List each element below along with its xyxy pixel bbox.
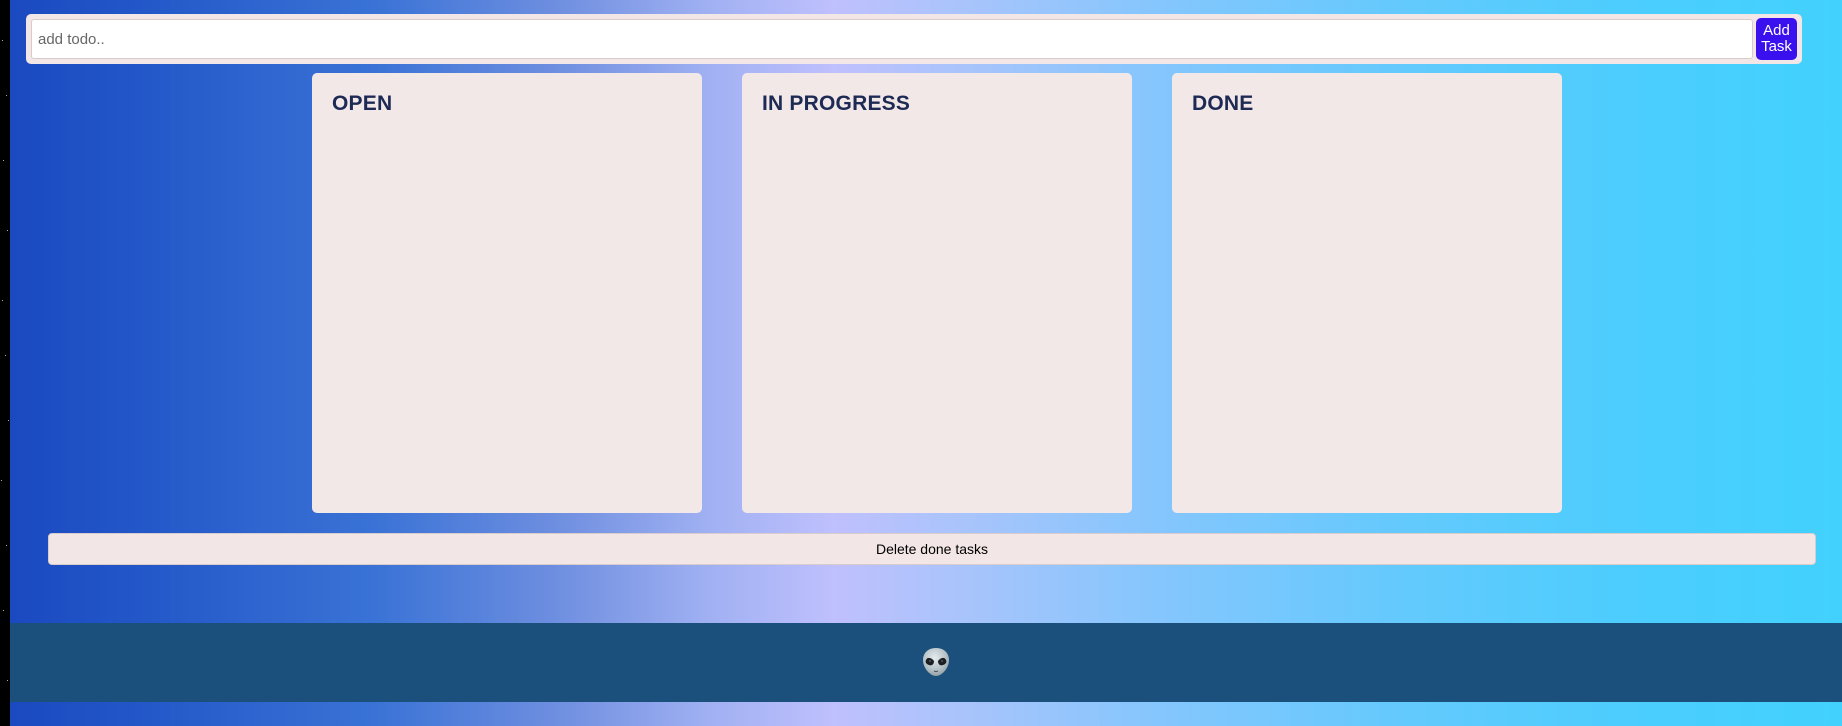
background-strip <box>0 0 10 726</box>
column-title: IN PROGRESS <box>762 92 911 115</box>
column-title: DONE <box>1192 92 1254 115</box>
delete-done-tasks-button[interactable]: Delete done tasks <box>48 533 1816 565</box>
kanban-board: OPEN IN PROGRESS DONE <box>312 73 1572 513</box>
alien-emoji-icon <box>923 648 949 676</box>
page: Add Task OPEN IN PROGRESS DONE Delete do… <box>10 0 1842 726</box>
column-in-progress[interactable]: IN PROGRESS <box>742 73 1132 513</box>
footer <box>10 623 1842 702</box>
column-done[interactable]: DONE <box>1172 73 1562 513</box>
add-todo-bar: Add Task <box>26 14 1802 64</box>
column-open[interactable]: OPEN <box>312 73 702 513</box>
column-title: OPEN <box>332 92 393 115</box>
add-task-button[interactable]: Add Task <box>1756 18 1797 60</box>
todo-input[interactable] <box>31 19 1753 59</box>
